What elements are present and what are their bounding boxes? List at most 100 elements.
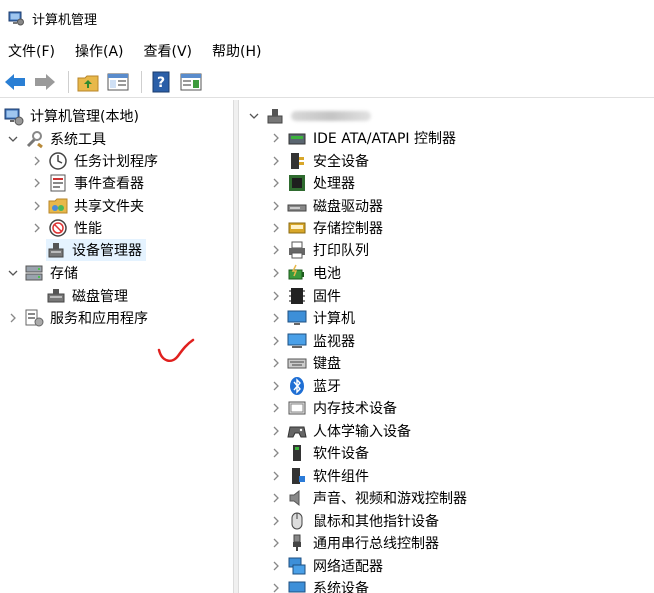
chevron-right-icon[interactable] — [30, 176, 44, 190]
tree-item-performance[interactable]: 性能 — [30, 217, 102, 239]
menu-view[interactable]: 查看(V) — [144, 41, 193, 61]
chevron-right-icon[interactable] — [269, 581, 283, 593]
chevron-right-icon[interactable] — [269, 514, 283, 528]
storage-icon — [25, 265, 43, 281]
chevron-right-icon[interactable] — [269, 401, 283, 415]
device-category[interactable]: 内存技术设备 — [269, 397, 397, 419]
chevron-right-icon[interactable] — [30, 199, 44, 213]
device-category[interactable]: 打印队列 — [269, 239, 369, 261]
tree-item-root[interactable]: 计算机管理(本地) — [4, 105, 139, 127]
show-hide-console-tree-button[interactable] — [105, 69, 131, 95]
device-category[interactable]: 键盘 — [269, 352, 341, 374]
menu-bar: 文件(F) 操作(A) 查看(V) 帮助(H) — [0, 38, 654, 64]
chevron-right-icon[interactable] — [269, 289, 283, 303]
device-category[interactable]: IDE ATA/ATAPI 控制器 — [269, 127, 456, 149]
tree-label: 事件查看器 — [74, 176, 144, 192]
device-label: 软件设备 — [313, 446, 369, 462]
tools-icon — [26, 131, 43, 149]
device-label: 处理器 — [313, 176, 355, 192]
device-category[interactable]: 存储控制器 — [269, 217, 383, 239]
device-category[interactable]: 电池 — [269, 262, 341, 284]
red-checkmark-annotation — [157, 338, 195, 363]
chevron-right-icon[interactable] — [269, 311, 283, 325]
device-category[interactable]: 通用串行总线控制器 — [269, 532, 439, 554]
chevron-right-icon[interactable] — [269, 356, 283, 370]
device-label: 键盘 — [313, 356, 341, 372]
chevron-right-icon[interactable] — [269, 176, 283, 190]
device-category[interactable]: 监视器 — [269, 330, 355, 352]
chevron-right-icon[interactable] — [30, 154, 44, 168]
software-component-icon — [292, 468, 305, 484]
chevron-right-icon[interactable] — [269, 221, 283, 235]
chevron-right-icon[interactable] — [269, 491, 283, 505]
mouse-icon — [291, 512, 303, 530]
show-hide-action-pane-button[interactable] — [178, 69, 204, 95]
tree-item-event-viewer[interactable]: 事件查看器 — [30, 172, 144, 194]
action-pane-icon — [180, 73, 202, 90]
device-category[interactable]: 安全设备 — [269, 150, 369, 172]
tree-item-disk-management[interactable]: 磁盘管理 — [46, 285, 128, 307]
device-category[interactable]: 处理器 — [269, 172, 355, 194]
chevron-right-icon[interactable] — [30, 221, 44, 235]
chevron-right-icon[interactable] — [269, 379, 283, 393]
chevron-right-icon[interactable] — [269, 199, 283, 213]
chevron-down-icon[interactable] — [6, 266, 20, 280]
computer-management-icon — [8, 11, 24, 26]
tree-item-task-scheduler[interactable]: 任务计划程序 — [30, 150, 158, 172]
tree-item-system-tools[interactable]: 系统工具 — [6, 128, 106, 150]
computer-node[interactable] — [247, 105, 371, 127]
chevron-right-icon[interactable] — [269, 536, 283, 550]
chevron-right-icon[interactable] — [269, 446, 283, 460]
menu-action[interactable]: 操作(A) — [75, 41, 124, 61]
device-label: IDE ATA/ATAPI 控制器 — [313, 131, 457, 147]
chevron-down-icon[interactable] — [247, 109, 261, 123]
menu-help[interactable]: 帮助(H) — [212, 41, 261, 61]
back-button[interactable] — [2, 69, 28, 95]
computer-node-icon — [267, 109, 283, 124]
device-category[interactable]: 鼠标和其他指针设备 — [269, 510, 439, 532]
menu-file[interactable]: 文件(F) — [8, 41, 55, 61]
chevron-down-icon[interactable] — [6, 132, 20, 146]
firmware-icon — [289, 288, 305, 304]
device-label: 软件组件 — [313, 469, 369, 485]
chevron-right-icon[interactable] — [269, 469, 283, 483]
tree-item-shared-folders[interactable]: 共享文件夹 — [30, 195, 144, 217]
services-apps-icon — [25, 309, 44, 327]
svg-text:?: ? — [157, 75, 165, 91]
memory-technology-icon — [288, 401, 306, 415]
chevron-right-icon[interactable] — [6, 311, 20, 325]
chevron-right-icon[interactable] — [269, 424, 283, 438]
chevron-right-icon[interactable] — [269, 334, 283, 348]
security-device-icon — [291, 153, 304, 169]
tree-item-services-apps[interactable]: 服务和应用程序 — [6, 307, 148, 329]
device-category[interactable]: 软件组件 — [269, 465, 369, 487]
device-category[interactable]: 网络适配器 — [269, 555, 383, 577]
device-category[interactable]: 蓝牙 — [269, 375, 341, 397]
chevron-right-icon[interactable] — [269, 266, 283, 280]
device-category[interactable]: 计算机 — [269, 307, 355, 329]
tree-label: 计算机管理(本地) — [30, 109, 139, 125]
device-label: 系统设备 — [313, 581, 369, 593]
tree-label: 性能 — [74, 221, 102, 237]
printer-icon — [289, 241, 305, 259]
device-label: 磁盘驱动器 — [313, 199, 383, 215]
device-category[interactable]: 声音、视频和游戏控制器 — [269, 487, 467, 509]
device-category[interactable]: 固件 — [269, 285, 341, 307]
chevron-right-icon[interactable] — [269, 131, 283, 145]
tree-item-device-manager[interactable]: 设备管理器 — [46, 239, 146, 261]
forward-button[interactable] — [32, 69, 58, 95]
device-category[interactable]: 系统设备 — [269, 577, 369, 593]
speaker-icon — [289, 489, 300, 507]
tree-label: 共享文件夹 — [74, 199, 144, 215]
chevron-right-icon[interactable] — [269, 154, 283, 168]
up-level-button[interactable] — [75, 69, 101, 95]
device-category[interactable]: 人体学输入设备 — [269, 420, 411, 442]
performance-gauge-icon — [49, 219, 67, 237]
disk-management-icon — [47, 289, 65, 303]
tree-item-storage[interactable]: 存储 — [6, 262, 78, 284]
device-category[interactable]: 磁盘驱动器 — [269, 195, 383, 217]
device-category[interactable]: 软件设备 — [269, 442, 369, 464]
chevron-right-icon[interactable] — [269, 243, 283, 257]
chevron-right-icon[interactable] — [269, 559, 283, 573]
help-button[interactable]: ? — [148, 69, 174, 95]
